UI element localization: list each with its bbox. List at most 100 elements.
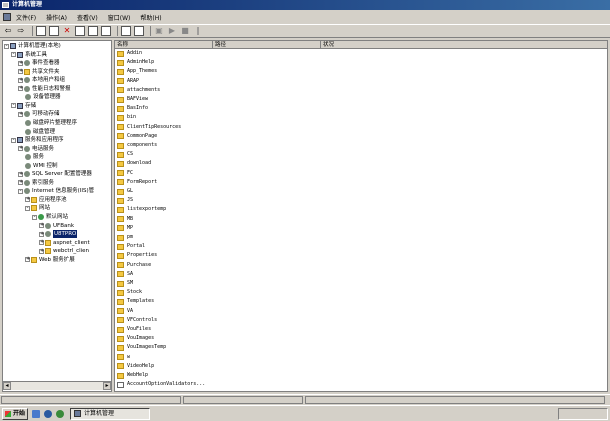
tree-node[interactable]: + U8TPRO bbox=[39, 230, 78, 239]
expand-icon[interactable]: + bbox=[25, 197, 30, 203]
expand-icon[interactable]: + bbox=[18, 77, 23, 83]
list-item[interactable]: SM bbox=[117, 279, 133, 288]
tree-node[interactable]: + 应用程序池 bbox=[25, 196, 67, 204]
refresh-icon[interactable] bbox=[88, 26, 98, 36]
scroll-left-icon[interactable]: ◂ bbox=[3, 382, 11, 390]
menu-window[interactable]: 窗口(W) bbox=[108, 13, 131, 22]
collapse-icon[interactable]: - bbox=[11, 103, 16, 109]
list-item[interactable]: Properties bbox=[117, 251, 157, 260]
list-item[interactable]: GL bbox=[117, 187, 133, 196]
expand-icon[interactable]: + bbox=[39, 231, 44, 237]
up-folder-icon[interactable] bbox=[36, 26, 46, 36]
list-item[interactable]: Templates bbox=[117, 297, 154, 306]
expand-icon[interactable]: + bbox=[18, 86, 23, 92]
system-menu-icon[interactable] bbox=[3, 13, 11, 21]
list-item[interactable]: pm bbox=[117, 233, 133, 242]
show-desktop-icon[interactable] bbox=[32, 409, 40, 418]
menu-file[interactable]: 文件(F) bbox=[16, 13, 36, 22]
expand-icon[interactable]: + bbox=[39, 223, 44, 229]
pause-icon[interactable]: ‖ bbox=[193, 26, 203, 36]
expand-icon[interactable]: + bbox=[18, 146, 23, 152]
list-item[interactable]: AdminHelp bbox=[117, 58, 154, 67]
tree-node[interactable]: + 本地用户和组 bbox=[18, 76, 65, 84]
tree-node[interactable]: + 索引服务 bbox=[18, 179, 54, 187]
delete-icon[interactable]: ✕ bbox=[62, 26, 72, 36]
tree-node[interactable]: + SQL Server 配置管理器 bbox=[18, 170, 92, 178]
forward-icon[interactable]: ⇨ bbox=[16, 26, 26, 36]
tree-node[interactable]: - 默认网站 bbox=[32, 213, 68, 221]
tree-node[interactable]: + webctrl_clien bbox=[39, 247, 89, 255]
list-item[interactable]: download bbox=[117, 159, 151, 168]
collapse-icon[interactable]: - bbox=[25, 205, 30, 211]
tree-node[interactable]: - 计算机管理(本地) bbox=[4, 42, 61, 50]
list-item[interactable]: AccountOptionValidators... bbox=[117, 380, 205, 389]
tree-node[interactable]: + 电话服务 bbox=[18, 145, 54, 153]
list-item[interactable]: VouImages bbox=[117, 334, 154, 343]
list-item[interactable]: WebHelp bbox=[117, 371, 148, 380]
list-item[interactable]: Addin bbox=[117, 49, 142, 58]
expand-icon[interactable]: + bbox=[18, 60, 23, 66]
collapse-icon[interactable]: - bbox=[11, 52, 16, 58]
list-item[interactable]: Purchase bbox=[117, 261, 151, 270]
expand-icon[interactable]: + bbox=[39, 240, 44, 246]
list-item[interactable]: VFControls bbox=[117, 316, 157, 325]
list-item[interactable]: CommonPage bbox=[117, 132, 157, 141]
tree-node[interactable]: 磁盘碎片整理程序 bbox=[18, 119, 77, 127]
tree-node[interactable]: + 事件查看器 bbox=[18, 59, 60, 67]
computer-icon[interactable]: ▣ bbox=[154, 26, 164, 36]
tree-node[interactable]: - 系统工具 bbox=[11, 51, 47, 59]
list-item[interactable]: BAFView bbox=[117, 95, 148, 104]
start-button[interactable]: 开始 bbox=[2, 407, 28, 420]
properties-icon[interactable] bbox=[75, 26, 85, 36]
tree-node[interactable]: - 存储 bbox=[11, 102, 36, 110]
list-item[interactable]: ARAP bbox=[117, 77, 139, 86]
list-item[interactable]: Stock bbox=[117, 288, 142, 297]
tree-node[interactable]: WMI 控制 bbox=[18, 162, 58, 170]
tree-node[interactable]: - 服务和应用程序 bbox=[11, 136, 64, 144]
export-list-icon[interactable] bbox=[101, 26, 111, 36]
tree-horizontal-scrollbar[interactable]: ◂ ▸ bbox=[3, 381, 111, 390]
expand-icon[interactable]: + bbox=[39, 248, 44, 254]
list-item[interactable]: VA bbox=[117, 307, 133, 316]
title-bar[interactable]: 计算机管理 bbox=[0, 0, 610, 10]
show-hide-tree-icon[interactable] bbox=[49, 26, 59, 36]
start-icon[interactable]: ▶ bbox=[167, 26, 177, 36]
tree-node[interactable]: + Web 服务扩展 bbox=[25, 256, 75, 264]
list-item[interactable]: MP bbox=[117, 224, 133, 233]
menu-view[interactable]: 查看(V) bbox=[77, 13, 98, 22]
list-item[interactable]: VouImagesTemp bbox=[117, 343, 166, 352]
list-item[interactable]: VouFiles bbox=[117, 325, 151, 334]
list-item[interactable]: components bbox=[117, 141, 157, 150]
ie-icon[interactable] bbox=[44, 409, 52, 418]
scroll-right-icon[interactable]: ▸ bbox=[103, 382, 111, 390]
list-item[interactable]: App_Themes bbox=[117, 67, 157, 76]
collapse-icon[interactable]: - bbox=[18, 188, 23, 194]
tree-node[interactable]: 服务 bbox=[18, 153, 44, 161]
list-item[interactable]: w bbox=[117, 353, 130, 362]
expand-icon[interactable]: + bbox=[18, 180, 23, 186]
list-item[interactable]: SA bbox=[117, 270, 133, 279]
tree-node[interactable]: + 共享文件夹 bbox=[18, 68, 60, 76]
collapse-icon[interactable]: - bbox=[32, 214, 37, 220]
list-item[interactable]: bin bbox=[117, 113, 136, 122]
tree-node[interactable]: + UFBank bbox=[39, 222, 74, 230]
media-player-icon[interactable] bbox=[56, 409, 64, 418]
list-item[interactable]: MB bbox=[117, 215, 133, 224]
list-item[interactable]: listexportemp bbox=[117, 205, 166, 214]
collapse-icon[interactable]: - bbox=[11, 137, 16, 143]
list-item[interactable]: VideoHelp bbox=[117, 362, 154, 371]
expand-icon[interactable]: + bbox=[18, 171, 23, 177]
list-item[interactable]: BasInfo bbox=[117, 104, 148, 113]
list-item[interactable]: FC bbox=[117, 169, 133, 178]
column-header-name[interactable]: 名称 bbox=[115, 41, 213, 49]
list-item[interactable]: Portal bbox=[117, 242, 145, 251]
expand-icon[interactable]: + bbox=[25, 257, 30, 263]
menu-action[interactable]: 操作(A) bbox=[46, 13, 67, 22]
tree-node[interactable]: - Internet 信息服务(IIS)管 bbox=[18, 187, 94, 195]
tree-node[interactable]: 磁盘管理 bbox=[18, 128, 55, 136]
collapse-icon[interactable]: - bbox=[4, 43, 9, 49]
back-icon[interactable]: ⇦ bbox=[3, 26, 13, 36]
tree-node[interactable]: + 性能日志和警报 bbox=[18, 85, 71, 93]
taskbar-button-computer-management[interactable]: 计算机管理 bbox=[70, 407, 150, 420]
list-item[interactable]: CS bbox=[117, 150, 133, 159]
